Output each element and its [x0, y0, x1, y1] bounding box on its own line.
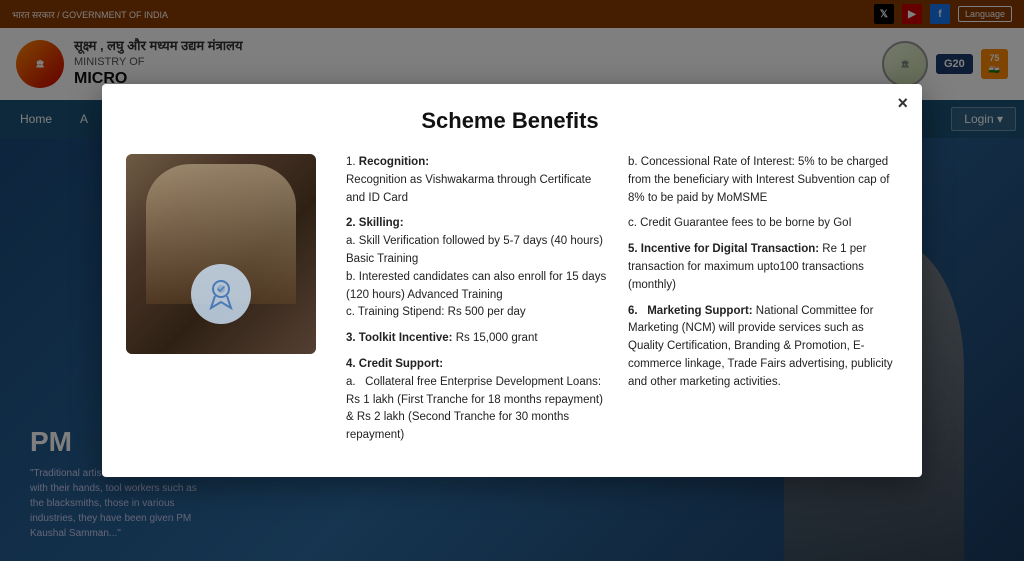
interest-b-text: b. Concessional Rate of Interest: 5% to …: [628, 156, 889, 204]
point-2-title: Skilling:: [359, 217, 404, 229]
award-svg: [203, 276, 239, 312]
point-skilling: 2. Skilling: a. Skill Verification follo…: [346, 215, 612, 322]
point-6-title: Marketing Support:: [647, 305, 752, 317]
modal-overlay[interactable]: × Scheme Benefits: [0, 0, 1024, 561]
point-digital: 5. Incentive for Digital Transaction: Re…: [628, 241, 894, 294]
modal-title: Scheme Benefits: [126, 108, 894, 134]
point-6-text: National Committee for Marketing (NCM) w…: [628, 305, 893, 388]
point-5-num: 5.: [628, 243, 641, 255]
point-recognition: 1. Recognition: Recognition as Vishwakar…: [346, 154, 612, 207]
point-2c: c. Training Stipend: Rs 500 per day: [346, 306, 526, 318]
point-3-num: 3.: [346, 332, 359, 344]
point-interest-b: b. Concessional Rate of Interest: 5% to …: [628, 154, 894, 207]
point-3-text: Rs 15,000 grant: [453, 332, 538, 344]
point-toolkit: 3. Toolkit Incentive: Rs 15,000 grant: [346, 330, 612, 348]
credit-guarantee-text: c. Credit Guarantee fees to be borne by …: [628, 217, 852, 229]
point-4a: a. Collateral free Enterprise Developmen…: [346, 376, 603, 441]
point-2a: a. Skill Verification followed by 5-7 da…: [346, 235, 603, 265]
point-1-text: Recognition as Vishwakarma through Certi…: [346, 174, 591, 204]
point-4-num: 4.: [346, 358, 359, 370]
point-6-num: 6.: [628, 305, 647, 317]
modal-image: [126, 154, 316, 354]
point-3-title: Toolkit Incentive:: [359, 332, 453, 344]
award-icon-circle: [191, 264, 251, 324]
point-2-num: 2.: [346, 217, 359, 229]
point-1-title: Recognition:: [359, 156, 429, 168]
scheme-benefits-modal: × Scheme Benefits: [102, 84, 922, 477]
modal-right-text-column: b. Concessional Rate of Interest: 5% to …: [628, 154, 894, 453]
modal-left-text-column: 1. Recognition: Recognition as Vishwakar…: [346, 154, 612, 453]
point-2b: b. Interested candidates can also enroll…: [346, 271, 606, 301]
point-1-num: 1.: [346, 156, 359, 168]
point-credit-guarantee: c. Credit Guarantee fees to be borne by …: [628, 215, 894, 233]
point-marketing: 6. Marketing Support: National Committee…: [628, 303, 894, 392]
point-credit: 4. Credit Support: a. Collateral free En…: [346, 356, 612, 445]
point-4-title: Credit Support:: [359, 358, 443, 370]
modal-close-button[interactable]: ×: [897, 94, 908, 112]
modal-body: 1. Recognition: Recognition as Vishwakar…: [126, 154, 894, 453]
point-5-title: Incentive for Digital Transaction:: [641, 243, 819, 255]
modal-image-column: [126, 154, 326, 453]
modal-content-columns: 1. Recognition: Recognition as Vishwakar…: [346, 154, 894, 453]
